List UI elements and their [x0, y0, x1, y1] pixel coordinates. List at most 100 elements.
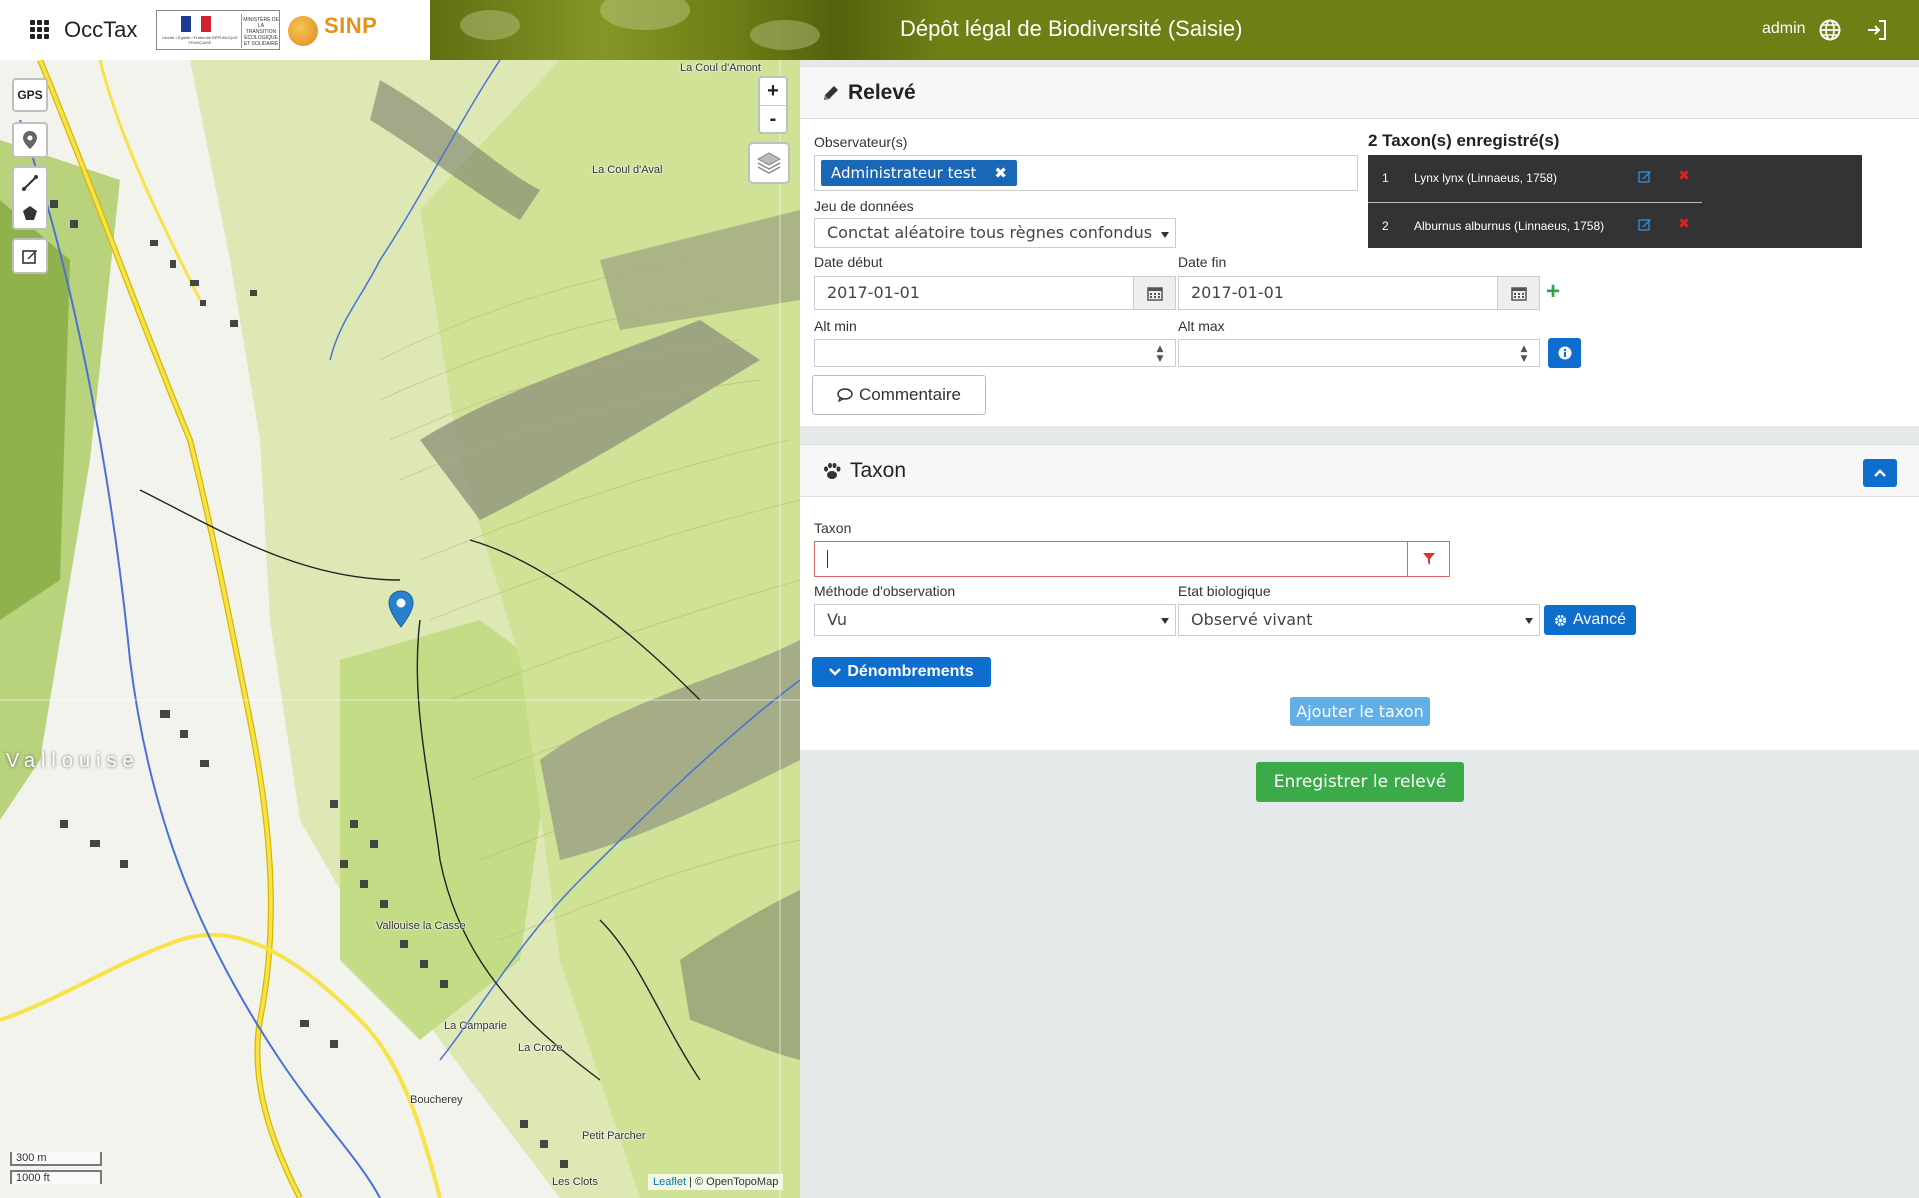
- polygon-icon: [23, 206, 37, 220]
- calendar-button[interactable]: [1133, 277, 1175, 309]
- language-globe-icon[interactable]: [1818, 18, 1842, 42]
- user-name: admin: [1762, 20, 1806, 37]
- map-label: Les Clots: [552, 1176, 598, 1188]
- number-spinner[interactable]: ▲ ▼: [1519, 344, 1529, 368]
- taxon-search-input[interactable]: [814, 541, 1450, 577]
- brand-area: OccTax Liberté • Égalité • Fraternité RÉ…: [0, 0, 430, 60]
- observer-chip: Administrateur test ✖: [821, 160, 1017, 186]
- draw-polygon-button[interactable]: [14, 198, 46, 228]
- save-releve-button[interactable]: Enregistrer le relevé: [1256, 762, 1464, 802]
- dataset-select[interactable]: Conctat aléatoire tous règnes confondus: [814, 218, 1176, 248]
- alt-max-input[interactable]: ▲ ▼: [1178, 339, 1540, 367]
- app-brand-name[interactable]: OccTax: [64, 17, 137, 43]
- releve-panel-header: Relevé: [800, 67, 1919, 119]
- info-icon: [1558, 346, 1571, 360]
- comment-icon: [837, 388, 853, 402]
- header-banner-image: [420, 0, 940, 60]
- map-label: Boucherey: [410, 1094, 463, 1106]
- taxon-label: Taxon: [814, 520, 852, 536]
- table-row: 1 Lynx lynx (Linnaeus, 1758) ✖: [1382, 167, 1690, 185]
- date-end-label: Date fin: [1178, 254, 1227, 270]
- date-end-input[interactable]: 2017-01-01: [1178, 276, 1540, 310]
- sinp-logo: SINP: [284, 10, 377, 50]
- map-label: La Coul d'Amont: [680, 62, 761, 74]
- zoom-out-button[interactable]: -: [760, 104, 786, 133]
- place-marker-button[interactable]: [12, 122, 48, 158]
- method-label: Méthode d'observation: [814, 583, 956, 599]
- taxon-title: Taxon: [850, 459, 907, 482]
- table-row: 2 Alburnus alburnus (Linnaeus, 1758) ✖: [1368, 202, 1702, 248]
- state-label: Etat biologique: [1178, 583, 1271, 599]
- gear-icon: [1554, 614, 1567, 626]
- advanced-button[interactable]: Avancé: [1544, 605, 1636, 635]
- gps-button[interactable]: GPS: [12, 78, 48, 112]
- recorded-taxa-title: 2 Taxon(s) enregistré(s): [1368, 131, 1560, 150]
- edit-taxon-icon[interactable]: [1638, 169, 1652, 183]
- taxon-filter-button[interactable]: [1407, 542, 1449, 576]
- ministere-logo: Liberté • Égalité • Fraternité RÉPUBLIQU…: [156, 10, 280, 50]
- leaflet-link[interactable]: Leaflet: [653, 1176, 686, 1188]
- logout-icon[interactable]: [1865, 18, 1889, 42]
- date-start-label: Date début: [814, 254, 883, 270]
- calendar-icon: [1510, 287, 1527, 301]
- map-label: Petit Parcher: [582, 1130, 646, 1142]
- number-spinner[interactable]: ▲ ▼: [1155, 344, 1165, 368]
- calendar-button[interactable]: [1497, 277, 1539, 309]
- paw-icon: [824, 462, 841, 479]
- map-label: La Coul d'Aval: [592, 164, 663, 176]
- layers-switcher-button[interactable]: [748, 142, 790, 184]
- zoom-in-button[interactable]: +: [760, 78, 786, 105]
- filter-icon: [1422, 553, 1435, 565]
- pencil-icon: [824, 86, 838, 100]
- alt-min-label: Alt min: [814, 318, 857, 334]
- edit-layers-button[interactable]: [12, 238, 48, 274]
- biological-state-select[interactable]: Observé vivant: [1178, 604, 1540, 636]
- alt-max-label: Alt max: [1178, 318, 1225, 334]
- map-label: La Camparie: [444, 1020, 507, 1032]
- page-title: Dépôt légal de Biodiversité (Saisie): [900, 16, 1243, 41]
- scale-bar-imperial: 1000 ft: [10, 1170, 102, 1184]
- counting-toggle-button[interactable]: Dénombrements: [812, 657, 991, 687]
- map-label: Vallouise la Casse: [376, 920, 466, 932]
- date-start-input[interactable]: 2017-01-01: [814, 276, 1176, 310]
- chevron-down-icon: [1161, 232, 1169, 238]
- topographic-map-tiles: [0, 60, 800, 1198]
- chevron-down-icon: [1161, 618, 1169, 624]
- top-bar: OccTax Liberté • Égalité • Fraternité RÉ…: [0, 0, 1919, 60]
- remove-observer-icon[interactable]: ✖: [994, 160, 1007, 186]
- edit-icon: [22, 250, 37, 264]
- draw-polyline-button[interactable]: [14, 168, 46, 198]
- map-marker-icon: [23, 131, 37, 149]
- method-select[interactable]: Vu: [814, 604, 1176, 636]
- polyline-icon: [22, 175, 38, 191]
- taxon-panel-header: Taxon: [800, 445, 1919, 497]
- delete-taxon-icon[interactable]: ✖: [1678, 167, 1690, 184]
- chevron-down-icon: [829, 668, 842, 676]
- chevron-up-icon: [1874, 469, 1886, 477]
- comment-button[interactable]: Commentaire: [812, 375, 986, 415]
- add-plus-icon[interactable]: +: [1546, 278, 1560, 306]
- scale-bar-metric: 300 m: [10, 1152, 102, 1166]
- delete-taxon-icon[interactable]: ✖: [1678, 215, 1690, 232]
- calendar-icon: [1146, 287, 1163, 301]
- zoom-control: + -: [758, 76, 788, 134]
- add-taxon-button[interactable]: Ajouter le taxon: [1290, 697, 1430, 726]
- location-marker-icon[interactable]: [388, 590, 414, 628]
- draw-toolbar: [12, 166, 48, 230]
- edit-taxon-icon[interactable]: [1638, 217, 1652, 231]
- observers-label: Observateur(s): [814, 134, 908, 150]
- alt-min-input[interactable]: ▲ ▼: [814, 339, 1176, 367]
- recorded-taxa-table: 1 Lynx lynx (Linnaeus, 1758) ✖ 2 Alburnu…: [1368, 155, 1862, 248]
- layers-icon: [756, 152, 782, 174]
- dataset-label: Jeu de données: [814, 198, 914, 214]
- collapse-taxon-button[interactable]: [1863, 459, 1897, 487]
- apps-grid-icon[interactable]: [30, 20, 50, 40]
- map-label: Vallouise: [6, 750, 140, 772]
- releve-title: Relevé: [848, 81, 916, 104]
- map-label: La Croze: [518, 1042, 563, 1054]
- map-attribution: Leaflet | © OpenTopoMap: [648, 1174, 784, 1190]
- chevron-down-icon: [1525, 618, 1533, 624]
- altitude-info-button[interactable]: [1548, 338, 1581, 368]
- observers-field[interactable]: Administrateur test ✖: [814, 155, 1358, 191]
- map-view[interactable]: La Coul d'Amont La Coul d'Aval Vallouise…: [0, 60, 800, 1198]
